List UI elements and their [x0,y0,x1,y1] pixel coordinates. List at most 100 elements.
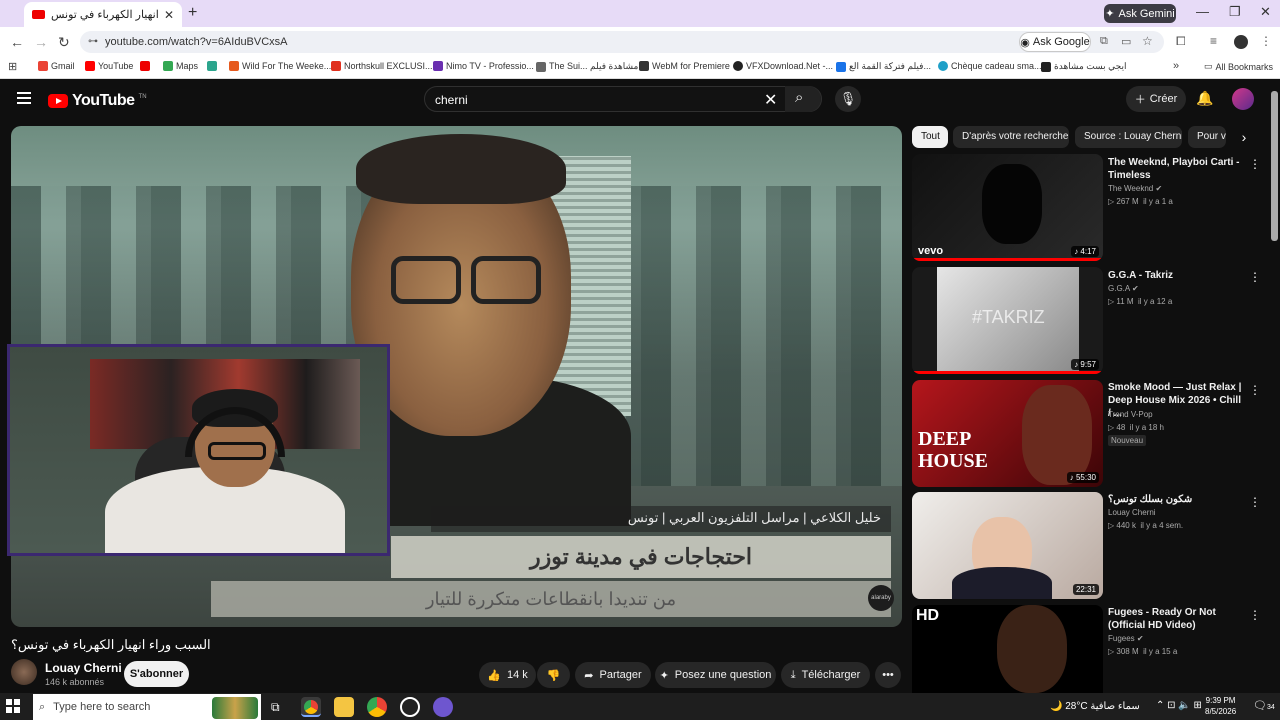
bookmark-favicon-icon [229,61,239,71]
back-icon[interactable]: ← [10,34,24,50]
notification-center-icon[interactable]: 🗨34 [1253,699,1275,712]
download-button[interactable]: ⤓ Télécharger [781,662,870,688]
system-tray[interactable]: ⌃ ⊡ 🔈 ⊞ [1156,700,1202,711]
upload-age: il y a 12 a [1138,297,1173,306]
recommendation-channel[interactable]: Fugees ✔ [1108,634,1144,643]
bookmark-favicon-icon [733,61,743,71]
recommendation-channel[interactable]: Louay Cherni [1108,508,1156,517]
maximize-icon[interactable]: ❐ [1229,4,1241,20]
ask-question-button[interactable]: ✦ Posez une question [655,662,776,688]
recommendation-channel[interactable]: The Weeknd ✔ [1108,184,1162,193]
recommendation-meta: ▷ 308 M il y a 15 a [1108,647,1178,656]
more-options-icon[interactable]: ⋮ [1249,157,1261,171]
more-options-icon[interactable]: ⋮ [1249,608,1261,622]
channel-avatar[interactable] [11,659,37,685]
chip-related-search[interactable]: D'après votre recherche [953,126,1069,148]
account-avatar[interactable] [1232,88,1254,110]
dislike-button[interactable]: 👎 [537,662,570,688]
more-options-icon[interactable]: ⋮ [1249,270,1261,284]
bookmark-maps[interactable]: Maps [163,61,198,71]
recommendation-title[interactable]: The Weeknd, Playboi Carti - Timeless [1108,156,1242,182]
weather-widget[interactable]: 🌙 28°C سماء صافية [1050,701,1140,712]
bookmark-egybest[interactable]: ايجي بست مشاهدة [1041,61,1126,72]
video-frame-glasses [391,256,461,304]
ask-google-button[interactable]: ◉ Ask Google [1019,32,1091,52]
channel-watermark[interactable]: alaraby [868,585,894,611]
clear-search-icon[interactable]: ✕ [764,90,777,110]
bookmark-webm[interactable]: WebM for Premiere [639,61,730,71]
bookmark-northskull[interactable]: Northskull EXCLUSI... [331,61,433,71]
media-icon[interactable]: ≡ [1210,34,1217,48]
more-bookmarks-icon[interactable]: » [1173,60,1179,72]
minimize-icon[interactable]: — [1196,4,1209,19]
create-button[interactable]: ＋ Créer [1126,86,1186,112]
chip-all[interactable]: Tout [912,126,948,148]
bookmark-extension[interactable] [207,61,217,71]
file-explorer-icon[interactable] [334,697,354,717]
recommendation-thumbnail[interactable]: DEEP HOUSE ♪ 55:30 [912,380,1103,487]
recommendation-channel[interactable]: G.G.A ✔ [1108,284,1139,293]
bookmark-gmail[interactable]: Gmail [38,61,75,71]
recommendation-thumbnail[interactable]: #TAKRIZ ♪ 9:57 [912,267,1103,374]
page-scrollbar[interactable] [1271,91,1278,241]
recommendation-title[interactable]: Fugees - Ready Or Not (Official HD Video… [1108,606,1242,632]
ask-gemini-button[interactable]: ✦ Ask Gemini [1104,4,1176,23]
site-info-icon[interactable]: ⊶ [88,36,98,47]
more-options-icon[interactable]: ⋮ [1249,383,1261,397]
bookmark-film[interactable]: فيلم فتركة القمة الع... [836,61,931,72]
chrome-taskbar-icon[interactable] [301,697,321,717]
translate-icon[interactable]: ⧉ [1100,35,1108,48]
recommendation-title[interactable]: شكون بسلك تونس؟ [1108,493,1242,506]
task-view-icon[interactable]: ⧉ [271,700,280,715]
download-icon: ⤓ [790,668,796,681]
new-tab-button[interactable]: + [188,4,197,22]
bookmark-nimo-tv[interactable]: Nimo TV - Professio... [433,61,534,71]
recommendation-title[interactable]: G.G.A - Takriz [1108,269,1242,282]
recommendation-channel[interactable]: Trend V-Pop [1108,410,1153,419]
forward-icon[interactable]: → [34,34,48,50]
more-options-icon[interactable]: ⋮ [1249,495,1261,509]
bookmark-cheque[interactable]: Chèque cadeau sma... [938,61,1042,71]
recommendation-thumbnail[interactable]: vevo ♪ 4:17 [912,154,1103,261]
obs-taskbar-icon[interactable] [400,697,420,717]
cast-icon[interactable]: ▭ [1121,35,1131,48]
chevron-right-icon[interactable]: › [1234,126,1254,148]
channel-name[interactable]: Louay Cherni [45,661,122,675]
close-window-icon[interactable]: ✕ [1260,4,1271,20]
search-button[interactable]: ⌕ [785,86,821,112]
bookmark-the-sui[interactable]: The Sui... مشاهدة فيلم [536,61,638,72]
clock[interactable]: 9:39 PM 8/5/2026 [1205,695,1236,717]
bookmark-youtube[interactable]: YouTube [85,61,133,71]
bookmark-youtube-2[interactable] [140,61,150,71]
apps-grid-icon[interactable]: ⊞ [8,60,17,73]
share-button[interactable]: ➦ Partager [575,662,651,688]
recommendation-thumbnail[interactable]: 22:31 [912,492,1103,599]
notifications-bell-icon[interactable]: 🔔 [1196,90,1213,107]
more-menu-icon[interactable]: ⋮ [1260,34,1272,48]
app-taskbar-icon[interactable] [433,697,453,717]
bookmark-wild-weekend[interactable]: Wild For The Weeke... [229,61,331,71]
extensions-icon[interactable]: ⧠ [1176,34,1186,49]
search-input[interactable]: cherni [435,93,468,107]
hamburger-menu-icon[interactable] [17,92,31,104]
subscribe-button[interactable]: S'abonner [124,661,189,687]
like-button[interactable]: 👍 14 k [479,662,536,688]
youtube-logo[interactable]: YouTube TN [48,92,147,110]
more-actions-button[interactable]: ••• [875,662,901,688]
bookmark-star-icon[interactable]: ☆ [1142,34,1153,48]
bookmark-vfxdownload[interactable]: VFXDownload.Net -... [733,61,833,71]
windows-start-icon[interactable] [6,699,20,713]
browser-tab[interactable]: السبب وراء انهيار الكهرباء في تونس ✕ [24,2,182,27]
chip-for-you[interactable]: Pour vous [1188,126,1226,148]
search-box[interactable] [424,86,822,112]
voice-search-icon[interactable]: 🎙 [835,86,861,112]
chip-source-channel[interactable]: Source : Louay Cherni [1075,126,1182,148]
close-tab-icon[interactable]: ✕ [164,8,174,22]
verified-icon: ✔ [1132,284,1139,293]
chrome-profile-taskbar-icon[interactable] [367,697,387,717]
url-text[interactable]: youtube.com/watch?v=6AIduBVCxsA [105,36,288,48]
recommendation-thumbnail[interactable]: HD [912,605,1103,693]
all-bookmarks[interactable]: ▭ All Bookmarks [1204,61,1273,72]
reload-icon[interactable]: ↻ [58,34,70,51]
profile-avatar[interactable] [1234,35,1248,49]
